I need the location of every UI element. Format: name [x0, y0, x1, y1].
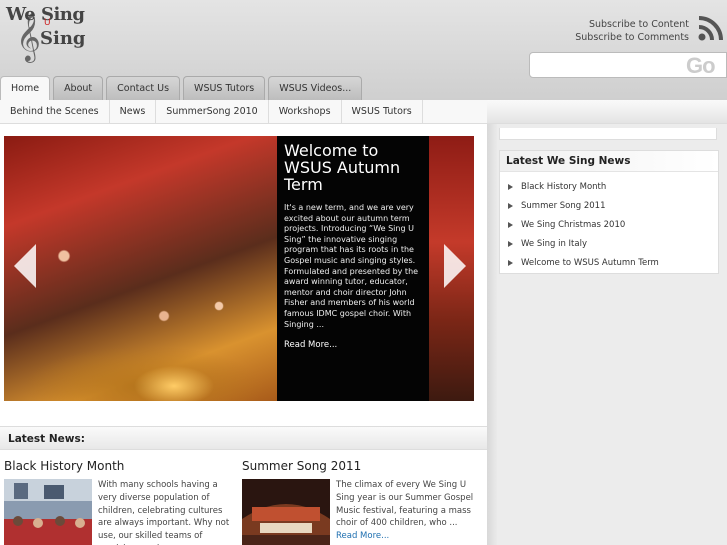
slider-photo-children-singing[interactable]: [4, 136, 277, 401]
news-thumbnail-image[interactable]: [4, 479, 92, 545]
tab-wsus-videos[interactable]: WSUS Videos...: [268, 76, 363, 100]
subnav-filler: [487, 100, 727, 124]
subnav-behind-the-scenes[interactable]: Behind the Scenes: [0, 100, 110, 123]
news-excerpt-text: The climax of every We Sing U Sing year …: [336, 480, 474, 529]
bullet-arrow-icon: [508, 240, 513, 247]
rss-icon[interactable]: [697, 16, 723, 42]
news-item: Black History Month With many schools ha…: [0, 458, 236, 545]
main-content: Welcome to WSUS Autumn Term It's a new t…: [0, 124, 487, 545]
news-title[interactable]: Black History Month: [0, 458, 236, 474]
slider-prev-arrow-icon[interactable]: [14, 244, 36, 288]
news-excerpt: The climax of every We Sing U Sing year …: [336, 479, 474, 543]
subnav-news[interactable]: News: [110, 100, 157, 123]
sidebar-news-item[interactable]: Summer Song 2011: [508, 197, 718, 216]
slider-text: It's a new term, and we are very excited…: [284, 203, 419, 329]
slider-next-arrow-icon[interactable]: [444, 244, 466, 288]
tab-wsus-tutors[interactable]: WSUS Tutors: [183, 76, 266, 100]
news-item: Summer Song 2011 The climax of every We …: [238, 458, 474, 545]
search-go-button[interactable]: Go: [686, 53, 726, 77]
slider-title[interactable]: Welcome to WSUS Autumn Term: [284, 142, 422, 193]
news-excerpt: With many schools having a very diverse …: [98, 480, 230, 545]
main-tabs: Home About Contact Us WSUS Tutors WSUS V…: [0, 76, 363, 100]
site-header: 𝄞 We Sing U Sing Subscribe to Content Su…: [0, 0, 727, 100]
latest-news-bar: Latest News:: [0, 426, 487, 450]
logo-text-bottom: Sing: [40, 28, 86, 49]
slider-caption: Welcome to WSUS Autumn Term It's a new t…: [277, 136, 429, 401]
subnav-wsus-tutors[interactable]: WSUS Tutors: [342, 100, 423, 123]
news-thumbnail-image[interactable]: [242, 479, 330, 545]
search-box: Go: [529, 52, 727, 78]
sidebar-news-item[interactable]: Welcome to WSUS Autumn Term: [508, 254, 718, 273]
featured-slider: Welcome to WSUS Autumn Term It's a new t…: [4, 136, 474, 401]
news-title[interactable]: Summer Song 2011: [238, 458, 474, 474]
tab-contact-us[interactable]: Contact Us: [106, 76, 181, 100]
sidebar-heading: Latest We Sing News: [500, 151, 718, 172]
sidebar-news-list: Black History Month Summer Song 2011 We …: [500, 172, 718, 273]
bullet-arrow-icon: [508, 202, 513, 209]
sidebar-news-item[interactable]: Black History Month: [508, 178, 718, 197]
column-divider: [487, 124, 497, 545]
search-input[interactable]: [530, 53, 680, 77]
logo-text-u: U: [44, 18, 51, 28]
sub-navigation: Behind the Scenes News SummerSong 2010 W…: [0, 100, 487, 124]
latest-news-heading: Latest News:: [8, 433, 85, 445]
subnav-summersong-2010[interactable]: SummerSong 2010: [156, 100, 269, 123]
sidebar-news-item[interactable]: We Sing in Italy: [508, 235, 718, 254]
tab-home[interactable]: Home: [0, 76, 51, 100]
slider-read-more-link[interactable]: Read More...: [284, 340, 422, 350]
sidebar: Latest We Sing News Black History Month …: [497, 124, 727, 545]
subnav-workshops[interactable]: Workshops: [269, 100, 342, 123]
latest-we-sing-news-widget: Latest We Sing News Black History Month …: [499, 150, 719, 274]
subscribe-comments-link[interactable]: Subscribe to Comments: [575, 31, 689, 44]
sidebar-box-top: [499, 128, 717, 140]
bullet-arrow-icon: [508, 183, 513, 190]
tab-about[interactable]: About: [53, 76, 104, 100]
site-logo[interactable]: 𝄞 We Sing U Sing: [2, 2, 92, 70]
subscribe-content-link[interactable]: Subscribe to Content: [575, 18, 689, 31]
bullet-arrow-icon: [508, 221, 513, 228]
sidebar-news-item[interactable]: We Sing Christmas 2010: [508, 216, 718, 235]
bullet-arrow-icon: [508, 259, 513, 266]
news-read-more-link[interactable]: Read More...: [336, 531, 389, 541]
subscribe-links: Subscribe to Content Subscribe to Commen…: [575, 18, 689, 44]
